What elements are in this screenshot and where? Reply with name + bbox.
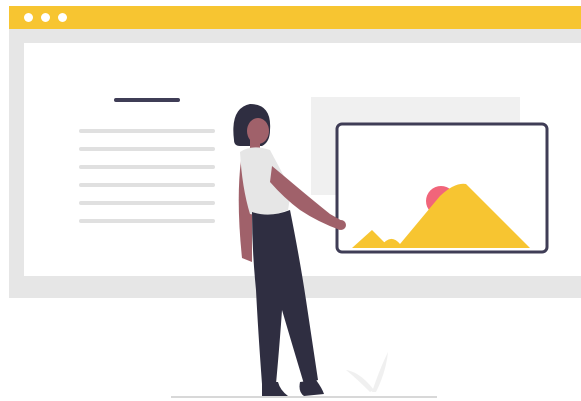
illustration: [171, 104, 549, 398]
shoe: [262, 382, 288, 396]
plant-icon: [346, 352, 388, 392]
woman-figure: [233, 104, 346, 396]
shoe: [299, 380, 324, 396]
pants: [252, 210, 318, 384]
image-frame-icon: [335, 122, 549, 254]
